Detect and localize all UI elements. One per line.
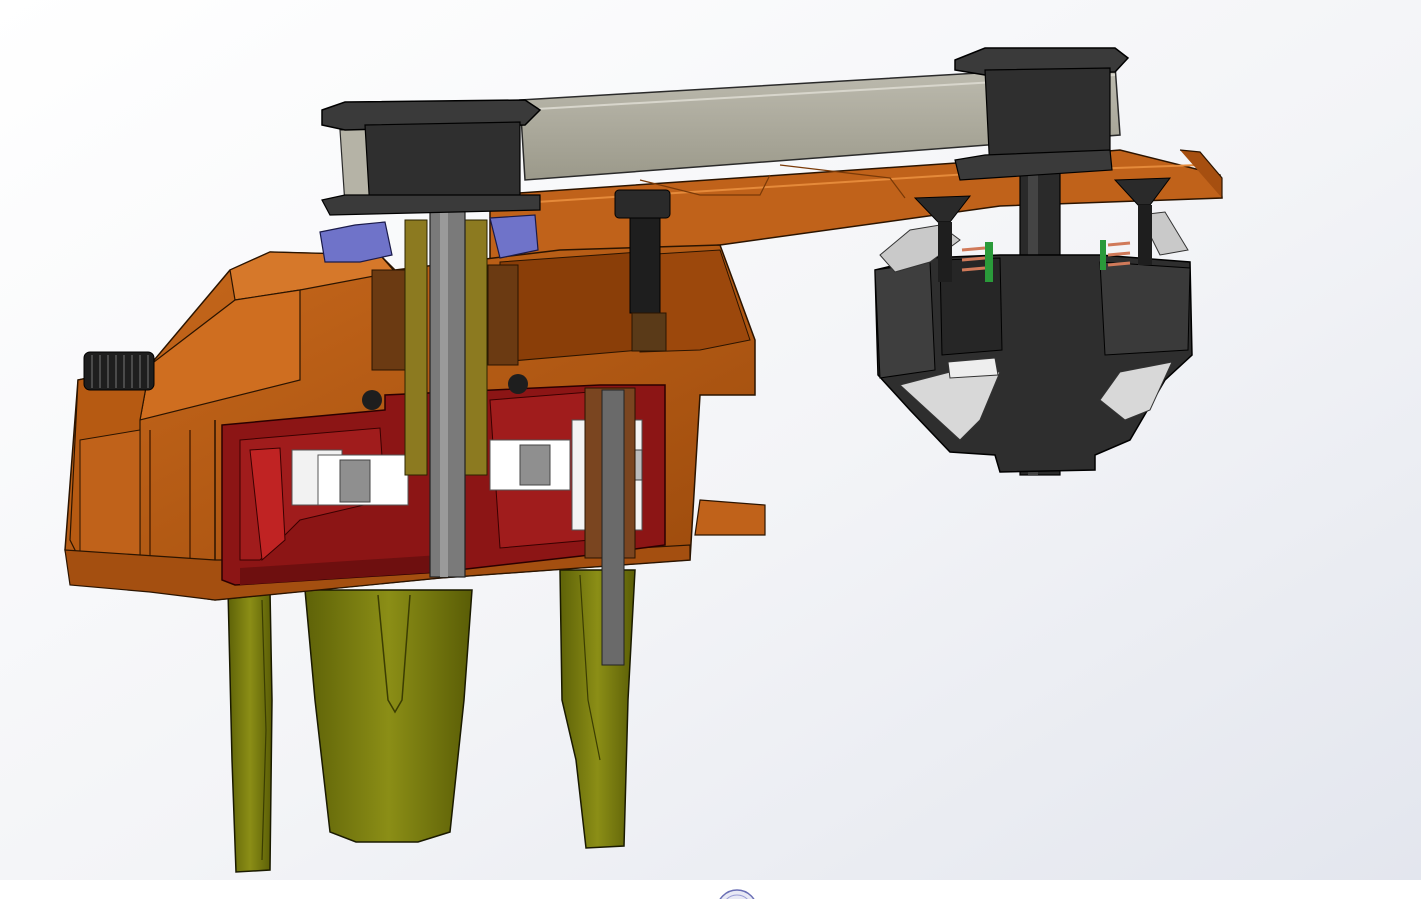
cad-viewport[interactable] (0, 0, 1421, 899)
leg-left[interactable] (227, 589, 273, 873)
leg-center[interactable] (304, 589, 473, 843)
orientation-triad-icon[interactable] (713, 888, 761, 899)
knob[interactable] (83, 351, 155, 391)
status-strip (0, 880, 1421, 899)
model-canvas[interactable] (0, 0, 1421, 880)
